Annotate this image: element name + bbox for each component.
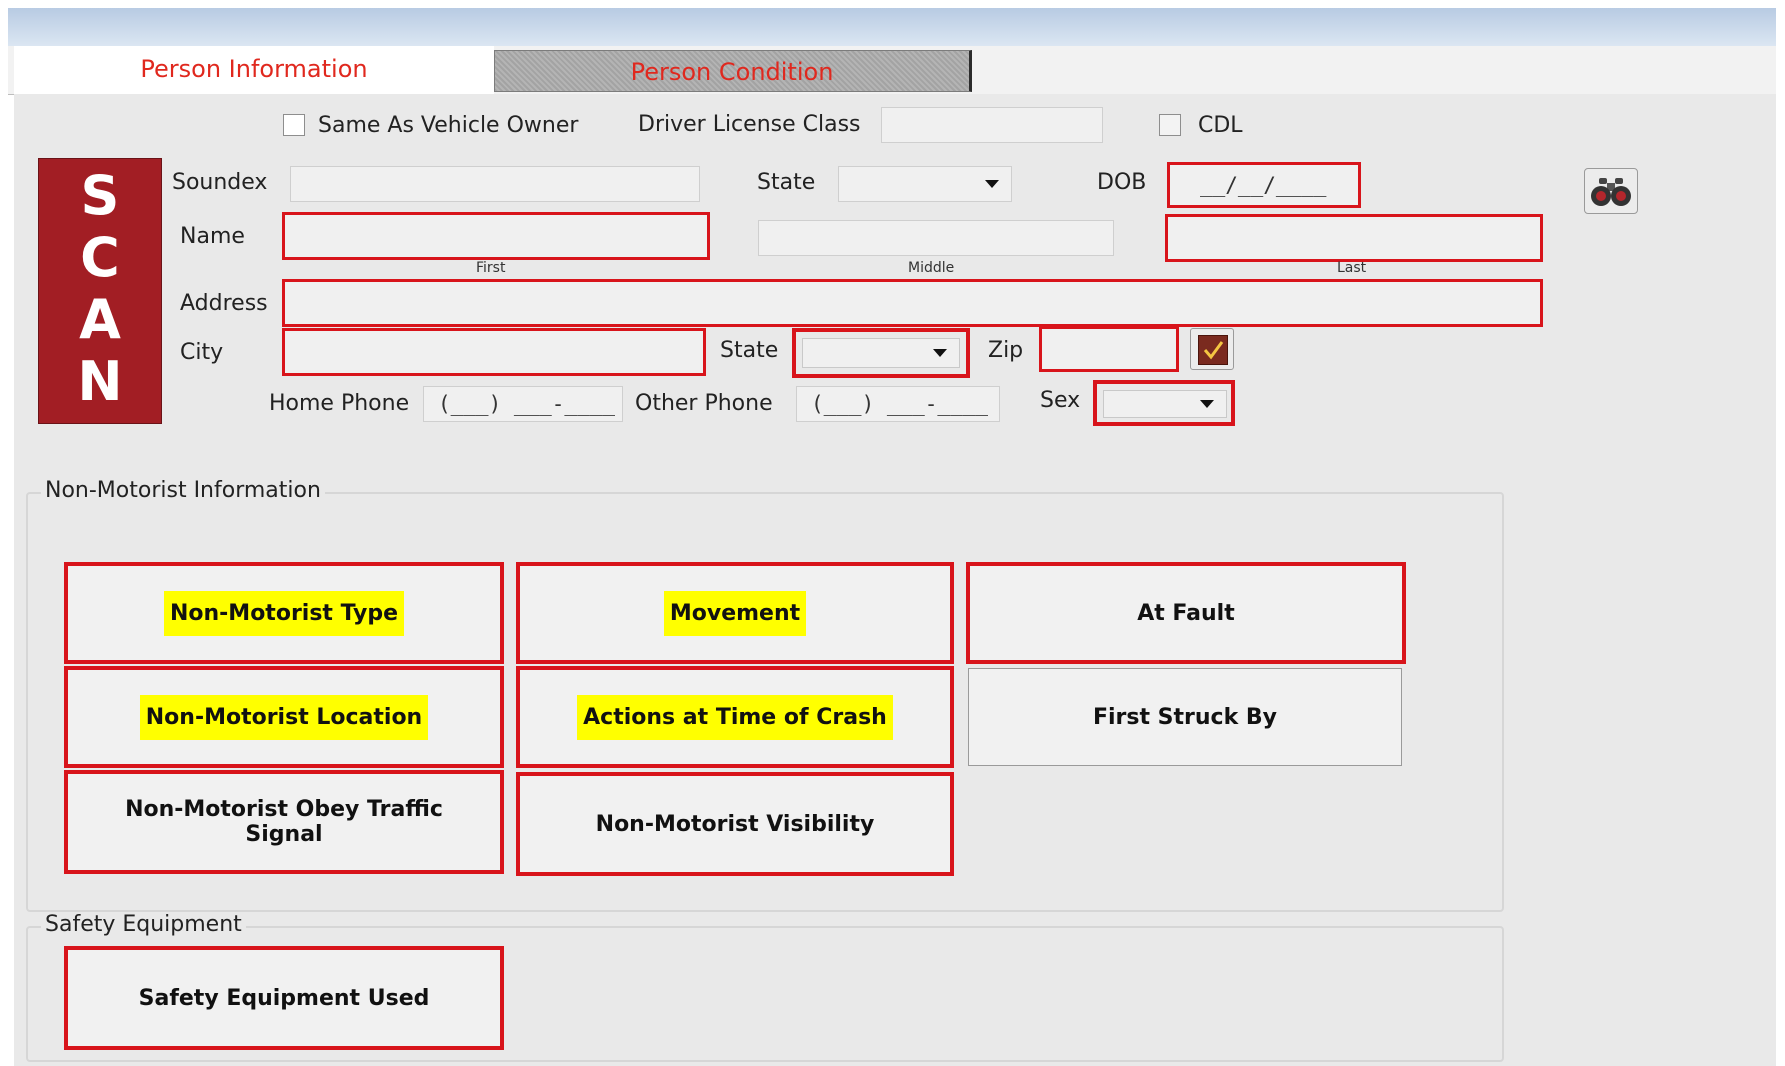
- actions-at-time-of-crash-button[interactable]: Actions at Time of Crash: [516, 666, 954, 768]
- safety-equipment-used-button[interactable]: Safety Equipment Used: [64, 946, 504, 1050]
- state-label: State: [757, 170, 816, 195]
- other-phone-label: Other Phone: [635, 391, 773, 416]
- checkmark-icon: [1198, 335, 1228, 365]
- soundex-field[interactable]: [290, 166, 700, 202]
- home-phone-field[interactable]: (___) ___-____: [423, 386, 623, 422]
- middle-sublabel: Middle: [908, 260, 955, 276]
- cdl-checkbox[interactable]: [1159, 114, 1181, 136]
- last-name-field[interactable]: [1165, 214, 1543, 262]
- tab-person-condition[interactable]: Person Condition: [494, 50, 972, 92]
- driver-license-class-label: Driver License Class: [638, 112, 861, 137]
- same-as-owner-label: Same As Vehicle Owner: [318, 113, 579, 138]
- middle-name-field[interactable]: [758, 220, 1114, 256]
- scan-letter: A: [79, 288, 121, 351]
- dob-field[interactable]: __/__/____: [1167, 162, 1361, 208]
- chevron-down-icon: [985, 180, 999, 188]
- name-label: Name: [180, 224, 245, 249]
- dob-label: DOB: [1097, 170, 1147, 195]
- first-struck-by-button[interactable]: First Struck By: [968, 668, 1402, 766]
- last-sublabel: Last: [1337, 260, 1367, 276]
- zip-field[interactable]: [1039, 326, 1179, 372]
- at-fault-label: At Fault: [1137, 600, 1235, 626]
- chevron-down-icon: [1200, 400, 1214, 408]
- city-label: City: [180, 340, 224, 365]
- first-sublabel: First: [476, 260, 506, 276]
- city-state-select[interactable]: [792, 328, 970, 378]
- cdl-label: CDL: [1198, 113, 1243, 138]
- sex-select-box: [1103, 390, 1227, 418]
- city-field[interactable]: [282, 328, 706, 376]
- soundex-label: Soundex: [172, 170, 268, 195]
- non-motorist-group-title: Non-Motorist Information: [41, 478, 325, 503]
- state-label: State: [720, 338, 779, 363]
- validate-address-button[interactable]: [1190, 328, 1234, 370]
- safety-equipment-group-title: Safety Equipment: [41, 912, 246, 937]
- at-fault-button[interactable]: At Fault: [966, 562, 1406, 664]
- movement-label: Movement: [663, 590, 807, 636]
- movement-button[interactable]: Movement: [516, 562, 954, 664]
- driver-license-class-field[interactable]: [881, 107, 1103, 143]
- non-motorist-visibility-button[interactable]: Non-Motorist Visibility: [516, 772, 954, 876]
- sex-select[interactable]: [1093, 380, 1235, 426]
- zip-label: Zip: [988, 338, 1024, 363]
- scan-letter: S: [80, 164, 120, 227]
- non-motorist-location-label: Non-Motorist Location: [139, 694, 429, 740]
- sex-label: Sex: [1040, 388, 1081, 413]
- tab-strip: Person Information Person Condition: [8, 46, 1776, 95]
- non-motorist-type-label: Non-Motorist Type: [163, 590, 405, 636]
- same-as-owner-checkbox[interactable]: [283, 114, 305, 136]
- home-phone-label: Home Phone: [269, 391, 410, 416]
- state-select[interactable]: [838, 166, 1012, 202]
- scan-letter: N: [77, 350, 123, 413]
- non-motorist-visibility-label: Non-Motorist Visibility: [595, 811, 875, 837]
- scan-letter: C: [80, 226, 120, 289]
- safety-equipment-used-label: Safety Equipment Used: [138, 985, 430, 1011]
- first-name-field[interactable]: [282, 212, 710, 260]
- non-motorist-type-button[interactable]: Non-Motorist Type: [64, 562, 504, 664]
- non-motorist-obey-traffic-signal-label: Non-Motorist Obey Traffic Signal: [125, 797, 443, 847]
- first-struck-by-label: First Struck By: [1092, 704, 1277, 730]
- search-person-button[interactable]: [1584, 168, 1638, 214]
- scan-button[interactable]: S C A N: [38, 158, 162, 424]
- non-motorist-location-button[interactable]: Non-Motorist Location: [64, 666, 504, 768]
- binoculars-icon: [1591, 178, 1631, 206]
- address-field[interactable]: [282, 279, 1543, 327]
- window-title-bar: [8, 8, 1776, 46]
- chevron-down-icon: [933, 349, 947, 357]
- other-phone-field[interactable]: (___) ___-____: [796, 386, 1000, 422]
- tab-person-information[interactable]: Person Information: [14, 46, 494, 95]
- actions-at-time-of-crash-label: Actions at Time of Crash: [577, 694, 893, 740]
- address-label: Address: [180, 291, 268, 316]
- city-state-select-box: [802, 338, 960, 368]
- non-motorist-obey-traffic-signal-button[interactable]: Non-Motorist Obey Traffic Signal: [64, 770, 504, 874]
